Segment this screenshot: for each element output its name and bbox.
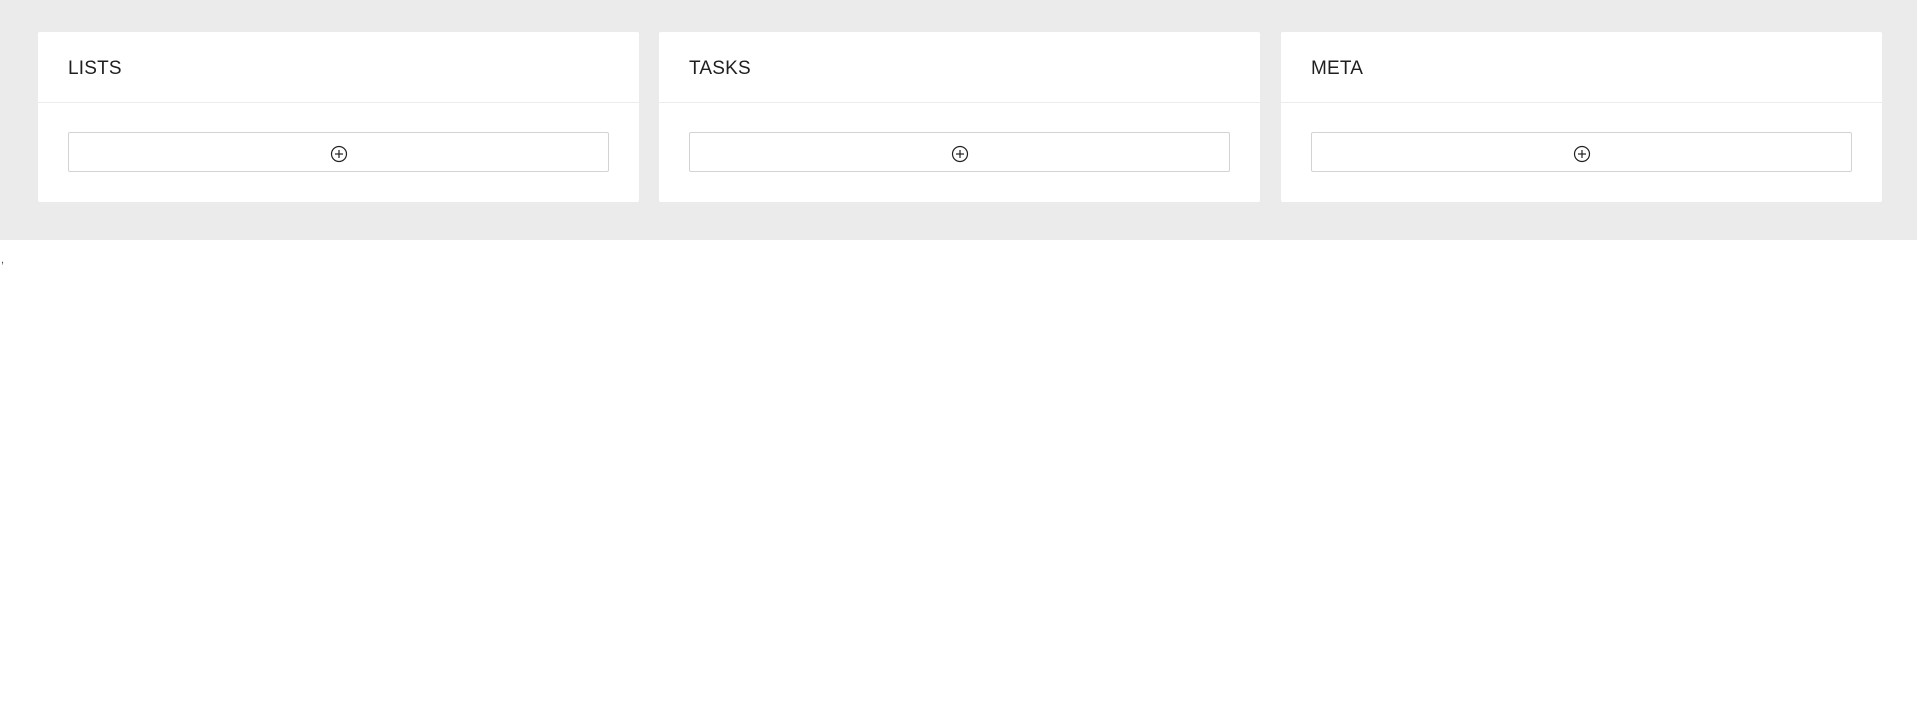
column-body xyxy=(38,103,639,202)
board: LISTS TASKS META xyxy=(0,0,1917,240)
column-body xyxy=(659,103,1260,202)
column-title: TASKS xyxy=(689,58,751,79)
column-header: TASKS xyxy=(659,32,1260,103)
column-header: LISTS xyxy=(38,32,639,103)
column-lists: LISTS xyxy=(38,32,639,202)
column-title: LISTS xyxy=(68,58,122,79)
plus-circle-icon xyxy=(951,145,968,163)
column-body xyxy=(1281,103,1882,202)
plus-circle-icon xyxy=(1573,145,1590,163)
column-title: META xyxy=(1311,58,1364,79)
add-task-button[interactable] xyxy=(689,132,1230,172)
add-meta-button[interactable] xyxy=(1311,132,1852,172)
column-meta: META xyxy=(1281,32,1882,202)
column-tasks: TASKS xyxy=(659,32,1260,202)
column-header: META xyxy=(1281,32,1882,103)
plus-circle-icon xyxy=(330,145,347,163)
stray-text: , xyxy=(1,254,5,266)
add-list-button[interactable] xyxy=(68,132,609,172)
